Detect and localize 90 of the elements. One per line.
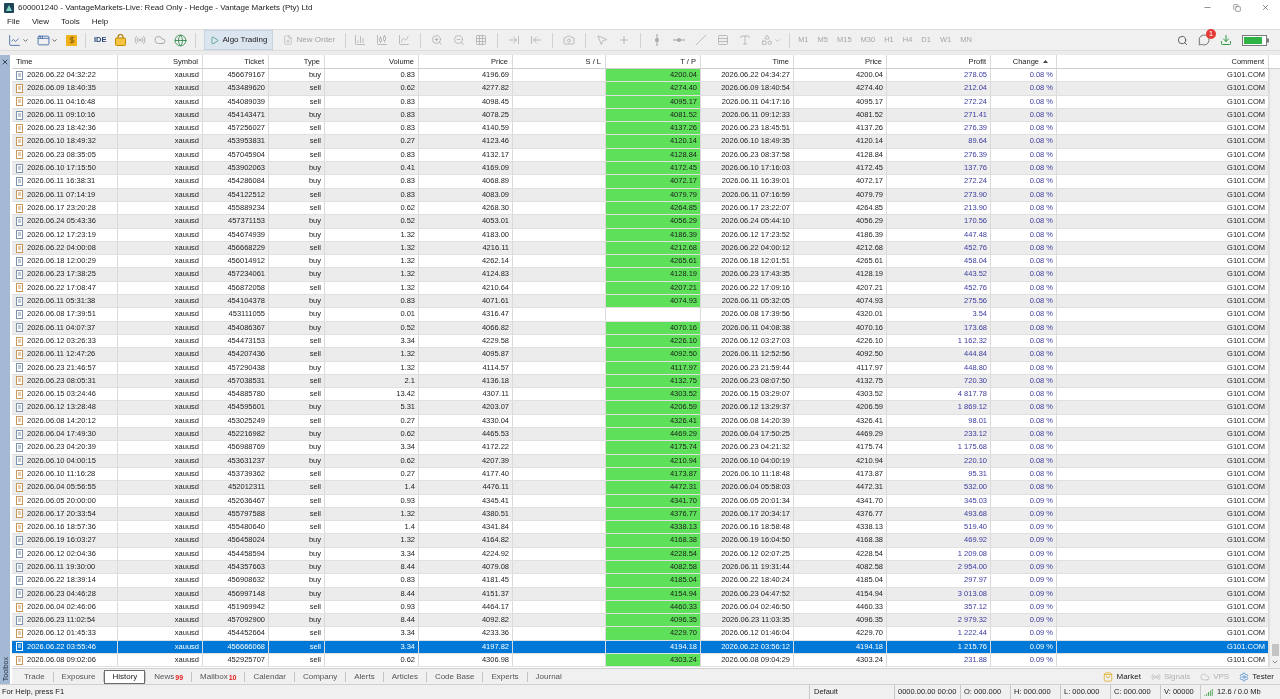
document-icon <box>16 323 23 333</box>
cloud-icon[interactable] <box>153 34 166 46</box>
chat-icon[interactable] <box>1198 34 1210 46</box>
document-icon <box>16 376 23 386</box>
document-icon <box>16 482 23 492</box>
document-icon <box>16 163 23 173</box>
document-icon <box>16 216 23 226</box>
tab[interactable]: History <box>104 669 146 684</box>
document-icon <box>16 615 23 625</box>
signal-bars-icon <box>1204 687 1213 697</box>
document-icon <box>16 496 23 506</box>
document-icon <box>16 642 23 652</box>
tab[interactable]: Alerts <box>346 669 383 684</box>
document-icon <box>16 270 23 280</box>
algo-trading-button[interactable]: Algo Trading <box>203 30 274 50</box>
document-icon <box>16 70 23 80</box>
document-icon <box>16 456 23 466</box>
tab[interactable]: Company <box>294 669 346 684</box>
document-icon <box>16 442 23 452</box>
window-title: 600001240 - VantageMarkets-Live: Read Only - Hedge - Vantage Markets (Pty) Ltd <box>18 1 313 14</box>
document-icon <box>16 97 23 107</box>
download-icon[interactable] <box>1220 34 1232 46</box>
bag-icon[interactable] <box>114 34 126 46</box>
document-icon <box>16 283 23 293</box>
document-icon <box>16 403 23 413</box>
broadcast-icon[interactable] <box>133 34 146 46</box>
dollar-tile-icon[interactable] <box>66 34 77 46</box>
document-icon <box>16 256 23 266</box>
line-chart-icon[interactable] <box>8 33 21 47</box>
close-icon <box>1261 3 1270 12</box>
panel-button[interactable]: Market <box>1103 670 1141 683</box>
document-icon <box>16 602 23 612</box>
notification-badge: 1 <box>1206 29 1216 39</box>
document-icon <box>16 469 23 479</box>
document-icon <box>16 363 23 373</box>
gear-icon[interactable] <box>1239 671 1250 682</box>
document-icon <box>16 429 23 439</box>
tab[interactable]: Exposure <box>53 669 104 684</box>
document-icon <box>16 349 23 359</box>
tab[interactable]: Articles <box>383 669 426 684</box>
document-icon <box>16 629 23 639</box>
tab[interactable]: Experts <box>483 669 527 684</box>
battery-icon <box>1242 34 1269 46</box>
document-icon <box>16 655 23 665</box>
menu-item[interactable]: View <box>31 16 50 28</box>
document-icon <box>16 509 23 519</box>
play-icon <box>209 35 219 45</box>
document-icon <box>16 203 23 213</box>
panel-button[interactable]: Tester <box>1239 670 1274 683</box>
restore-icon <box>1232 3 1241 12</box>
tab[interactable]: Journal <box>527 669 570 684</box>
bag-icon[interactable] <box>1103 671 1114 682</box>
document-icon <box>16 123 23 133</box>
document-icon <box>16 296 23 306</box>
document-icon <box>16 336 23 346</box>
search-icon[interactable] <box>1177 34 1188 46</box>
document-icon <box>16 389 23 399</box>
scrollbar-thumb[interactable] <box>1271 644 1279 656</box>
document-icon <box>16 83 23 93</box>
sort-arrow-icon <box>1043 60 1048 63</box>
tab[interactable]: Code Base <box>426 669 483 684</box>
app-logo-icon <box>4 2 14 13</box>
caret-icon[interactable] <box>51 36 58 44</box>
document-icon <box>16 137 23 147</box>
new-document-icon <box>283 35 294 45</box>
document-icon <box>16 177 23 186</box>
menu-item[interactable]: File <box>7 16 20 28</box>
document-icon <box>16 190 23 200</box>
caret-icon[interactable] <box>22 36 29 44</box>
document-icon <box>16 589 23 599</box>
close-icon[interactable] <box>1 58 9 66</box>
document-icon <box>16 416 23 426</box>
document-icon <box>16 150 23 160</box>
document-icon <box>16 536 23 546</box>
scroll-down-icon[interactable] <box>1271 658 1279 666</box>
document-icon <box>16 562 23 572</box>
chart-window-icon[interactable] <box>37 33 50 47</box>
document-icon <box>16 575 23 585</box>
document-icon <box>16 230 23 240</box>
globe-icon[interactable] <box>173 33 187 47</box>
document-icon <box>16 549 23 559</box>
document-icon <box>16 522 23 532</box>
document-icon <box>16 310 23 319</box>
menu-item[interactable]: Tools <box>61 16 80 28</box>
tab[interactable]: Trade <box>16 669 53 684</box>
document-icon <box>16 243 23 253</box>
document-icon <box>16 110 23 120</box>
tab[interactable]: Calendar <box>245 669 294 684</box>
scrollbar[interactable] <box>1269 69 1280 668</box>
menu-item[interactable]: Help <box>91 16 109 28</box>
